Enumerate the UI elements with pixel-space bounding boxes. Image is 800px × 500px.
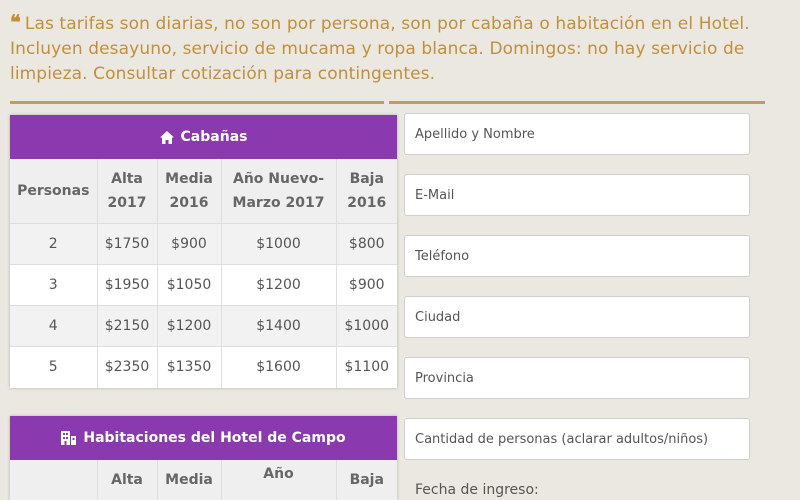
- table-cell: 4: [10, 305, 98, 347]
- email-placeholder: E-Mail: [415, 187, 455, 203]
- rates-notice-text: Las tarifas son diarias, no son por pers…: [10, 14, 750, 84]
- hotel-table: Alta Media Año Baja: [10, 460, 397, 500]
- rates-notice: ❝ Las tarifas son diarias, no son por per…: [10, 10, 800, 87]
- cabanas-rates-table: Cabañas Personas Alta 2017 Media 2016 Añ…: [10, 115, 397, 388]
- column-header: Personas: [10, 159, 98, 224]
- home-icon: [159, 130, 174, 144]
- table-cell: $2150: [97, 305, 158, 347]
- city-field[interactable]: Ciudad: [404, 296, 750, 338]
- building-icon: [61, 431, 77, 445]
- table-row: 5 $2350 $1350 $1600 $1100: [10, 346, 397, 388]
- table-cell: $1000: [336, 305, 397, 347]
- hotel-rates-table: Habitaciones del Hotel de Campo Alta Med…: [10, 416, 397, 500]
- contact-form: Apellido y Nombre E-Mail Teléfono Ciudad…: [404, 113, 750, 479]
- table-row: 4 $2150 $1200 $1400 $1000: [10, 305, 397, 347]
- phone-placeholder: Teléfono: [415, 249, 470, 264]
- quote-icon: ❝: [10, 10, 21, 34]
- city-placeholder: Ciudad: [415, 310, 461, 325]
- table-row: 2 $1750 $900 $1000 $800: [10, 223, 397, 265]
- table-cell: $1100: [336, 346, 397, 388]
- column-header: Baja 2016: [347, 171, 387, 211]
- table-cell: $2350: [97, 346, 158, 388]
- table-header-row: Personas Alta 2017 Media 2016 Año Nuevo-…: [10, 159, 397, 224]
- column-header: Alta: [97, 460, 158, 500]
- table-cell: 5: [10, 346, 98, 388]
- column-header: [10, 460, 98, 500]
- name-field[interactable]: Apellido y Nombre: [404, 113, 750, 155]
- column-header: Alta 2017: [97, 159, 158, 224]
- table-cell: $800: [336, 223, 397, 265]
- divider-right: [389, 101, 765, 104]
- divider-left: [10, 101, 384, 104]
- column-header: Año Nuevo-Marzo 2017: [221, 159, 337, 224]
- name-placeholder: Apellido y Nombre: [415, 126, 535, 142]
- table-cell: $1750: [97, 223, 158, 265]
- table-cell: $900: [157, 223, 222, 265]
- column-header: Media: [157, 460, 222, 500]
- table-cell: $1350: [157, 346, 222, 388]
- table-cell: $900: [336, 264, 397, 306]
- cabanas-table-header: Cabañas: [10, 115, 397, 159]
- column-header: Baja: [349, 472, 384, 488]
- table-cell: $1200: [221, 264, 337, 306]
- column-header: Media 2016: [157, 159, 222, 224]
- table-cell: 2: [10, 223, 98, 265]
- guests-placeholder: Cantidad de personas (aclarar adultos/ni…: [415, 431, 709, 447]
- phone-field[interactable]: Teléfono: [404, 235, 750, 277]
- table-cell: $1050: [157, 264, 222, 306]
- table-header-row: Alta Media Año Baja: [10, 460, 397, 500]
- hotel-table-header: Habitaciones del Hotel de Campo: [10, 416, 397, 460]
- table-cell: $1200: [157, 305, 222, 347]
- table-cell: $1000: [221, 223, 337, 265]
- province-placeholder: Provincia: [415, 371, 474, 386]
- guests-field[interactable]: Cantidad de personas (aclarar adultos/ni…: [404, 418, 750, 460]
- province-field[interactable]: Provincia: [404, 357, 750, 399]
- column-header: Año: [221, 460, 337, 500]
- table-cell: $1950: [97, 264, 158, 306]
- table-row: 3 $1950 $1050 $1200 $900: [10, 264, 397, 306]
- cabanas-table: Personas Alta 2017 Media 2016 Año Nuevo-…: [10, 159, 397, 388]
- cabanas-title: Cabañas: [180, 129, 248, 145]
- hotel-title: Habitaciones del Hotel de Campo: [83, 430, 346, 446]
- table-cell: $1600: [221, 346, 337, 388]
- date-label: Fecha de ingreso:: [415, 482, 539, 498]
- table-cell: 3: [10, 264, 98, 306]
- email-field[interactable]: E-Mail: [404, 174, 750, 216]
- table-cell: $1400: [221, 305, 337, 347]
